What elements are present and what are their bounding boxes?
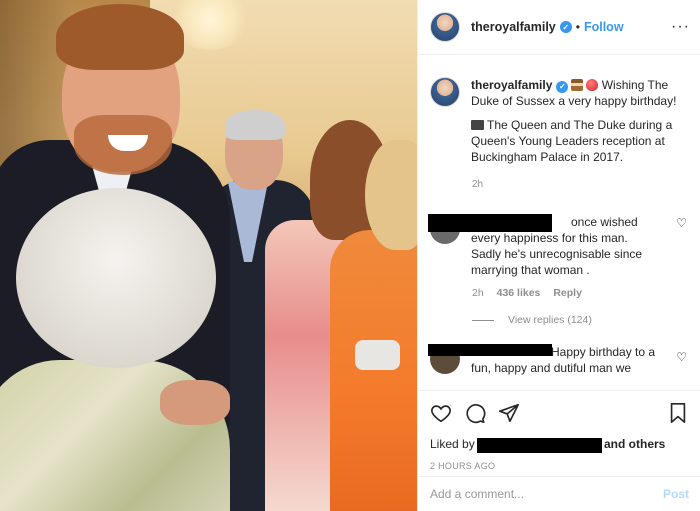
photo-woman-orange bbox=[330, 230, 417, 511]
list-item: once wished every happiness for this man… bbox=[418, 214, 700, 278]
film-camera-emoji-icon bbox=[471, 120, 484, 130]
comment-input[interactable] bbox=[430, 487, 663, 501]
more-options-icon[interactable]: ··· bbox=[671, 19, 690, 35]
post-timestamp[interactable]: 2 HOURS AGO bbox=[430, 461, 689, 471]
caption-text-2: The Queen and The Duke during a Queen's … bbox=[471, 118, 673, 164]
post-actions: Liked by and others 2 HOURS AGO bbox=[418, 390, 700, 471]
caption-username[interactable]: theroyalfamily bbox=[471, 78, 552, 92]
list-item: Happy birthday to a fun, happy and dutif… bbox=[418, 344, 700, 376]
comment-time: 2h bbox=[472, 287, 484, 299]
post-photo[interactable] bbox=[0, 0, 417, 511]
share-icon[interactable] bbox=[498, 402, 520, 424]
reply-button[interactable]: Reply bbox=[553, 287, 582, 299]
post-caption: theroyalfamily ✓ Wishing The Duke of Suss… bbox=[418, 56, 700, 165]
post-header: theroyalfamily ✓ • Follow ··· bbox=[418, 0, 700, 55]
follow-button[interactable]: Follow bbox=[584, 20, 624, 34]
like-comment-heart-icon[interactable]: ♡ bbox=[676, 350, 687, 364]
view-replies-label: View replies (124) bbox=[508, 314, 592, 326]
photo-queen-hair bbox=[16, 188, 216, 368]
post-side-panel: theroyalfamily ✓ • Follow ··· theroyalfa… bbox=[417, 0, 700, 511]
replies-line bbox=[472, 319, 494, 321]
caption-time: 2h bbox=[472, 179, 484, 190]
balloon-emoji-icon bbox=[586, 79, 599, 91]
like-comment-heart-icon[interactable]: ♡ bbox=[676, 216, 687, 230]
liked-by-others[interactable]: and others bbox=[604, 437, 665, 451]
post-comment-button[interactable]: Post bbox=[663, 487, 689, 501]
comments-list[interactable]: theroyalfamily ✓ Wishing The Duke of Suss… bbox=[418, 56, 700, 389]
redaction-bar bbox=[428, 344, 552, 356]
bookmark-icon[interactable] bbox=[667, 402, 689, 424]
comment-likes[interactable]: 436 likes bbox=[497, 287, 541, 299]
cake-emoji-icon bbox=[571, 79, 584, 91]
photo-man-hair bbox=[225, 110, 285, 140]
add-comment-bar: Post bbox=[418, 476, 700, 511]
view-replies-button[interactable]: View replies (124) bbox=[472, 314, 700, 326]
avatar[interactable] bbox=[430, 12, 460, 42]
redaction-bar bbox=[477, 438, 602, 453]
photo-woman-orange-hair bbox=[365, 140, 417, 250]
photo-hand bbox=[160, 380, 230, 425]
verified-badge-icon: ✓ bbox=[556, 81, 569, 93]
comment-icon[interactable] bbox=[464, 402, 486, 424]
photo-clutch bbox=[355, 340, 400, 370]
redaction-bar bbox=[428, 214, 552, 232]
verified-badge-icon: ✓ bbox=[559, 21, 572, 33]
comment-meta: 2h 436 likes Reply bbox=[472, 287, 700, 299]
photo-prince-hair bbox=[56, 4, 184, 70]
caption-avatar[interactable] bbox=[430, 77, 460, 107]
username-link[interactable]: theroyalfamily bbox=[471, 20, 556, 34]
heart-icon[interactable] bbox=[430, 402, 452, 424]
action-icons bbox=[430, 401, 689, 425]
liked-by: Liked by and others bbox=[430, 437, 689, 453]
liked-by-prefix: Liked by bbox=[430, 437, 475, 451]
separator-dot: • bbox=[575, 20, 580, 34]
